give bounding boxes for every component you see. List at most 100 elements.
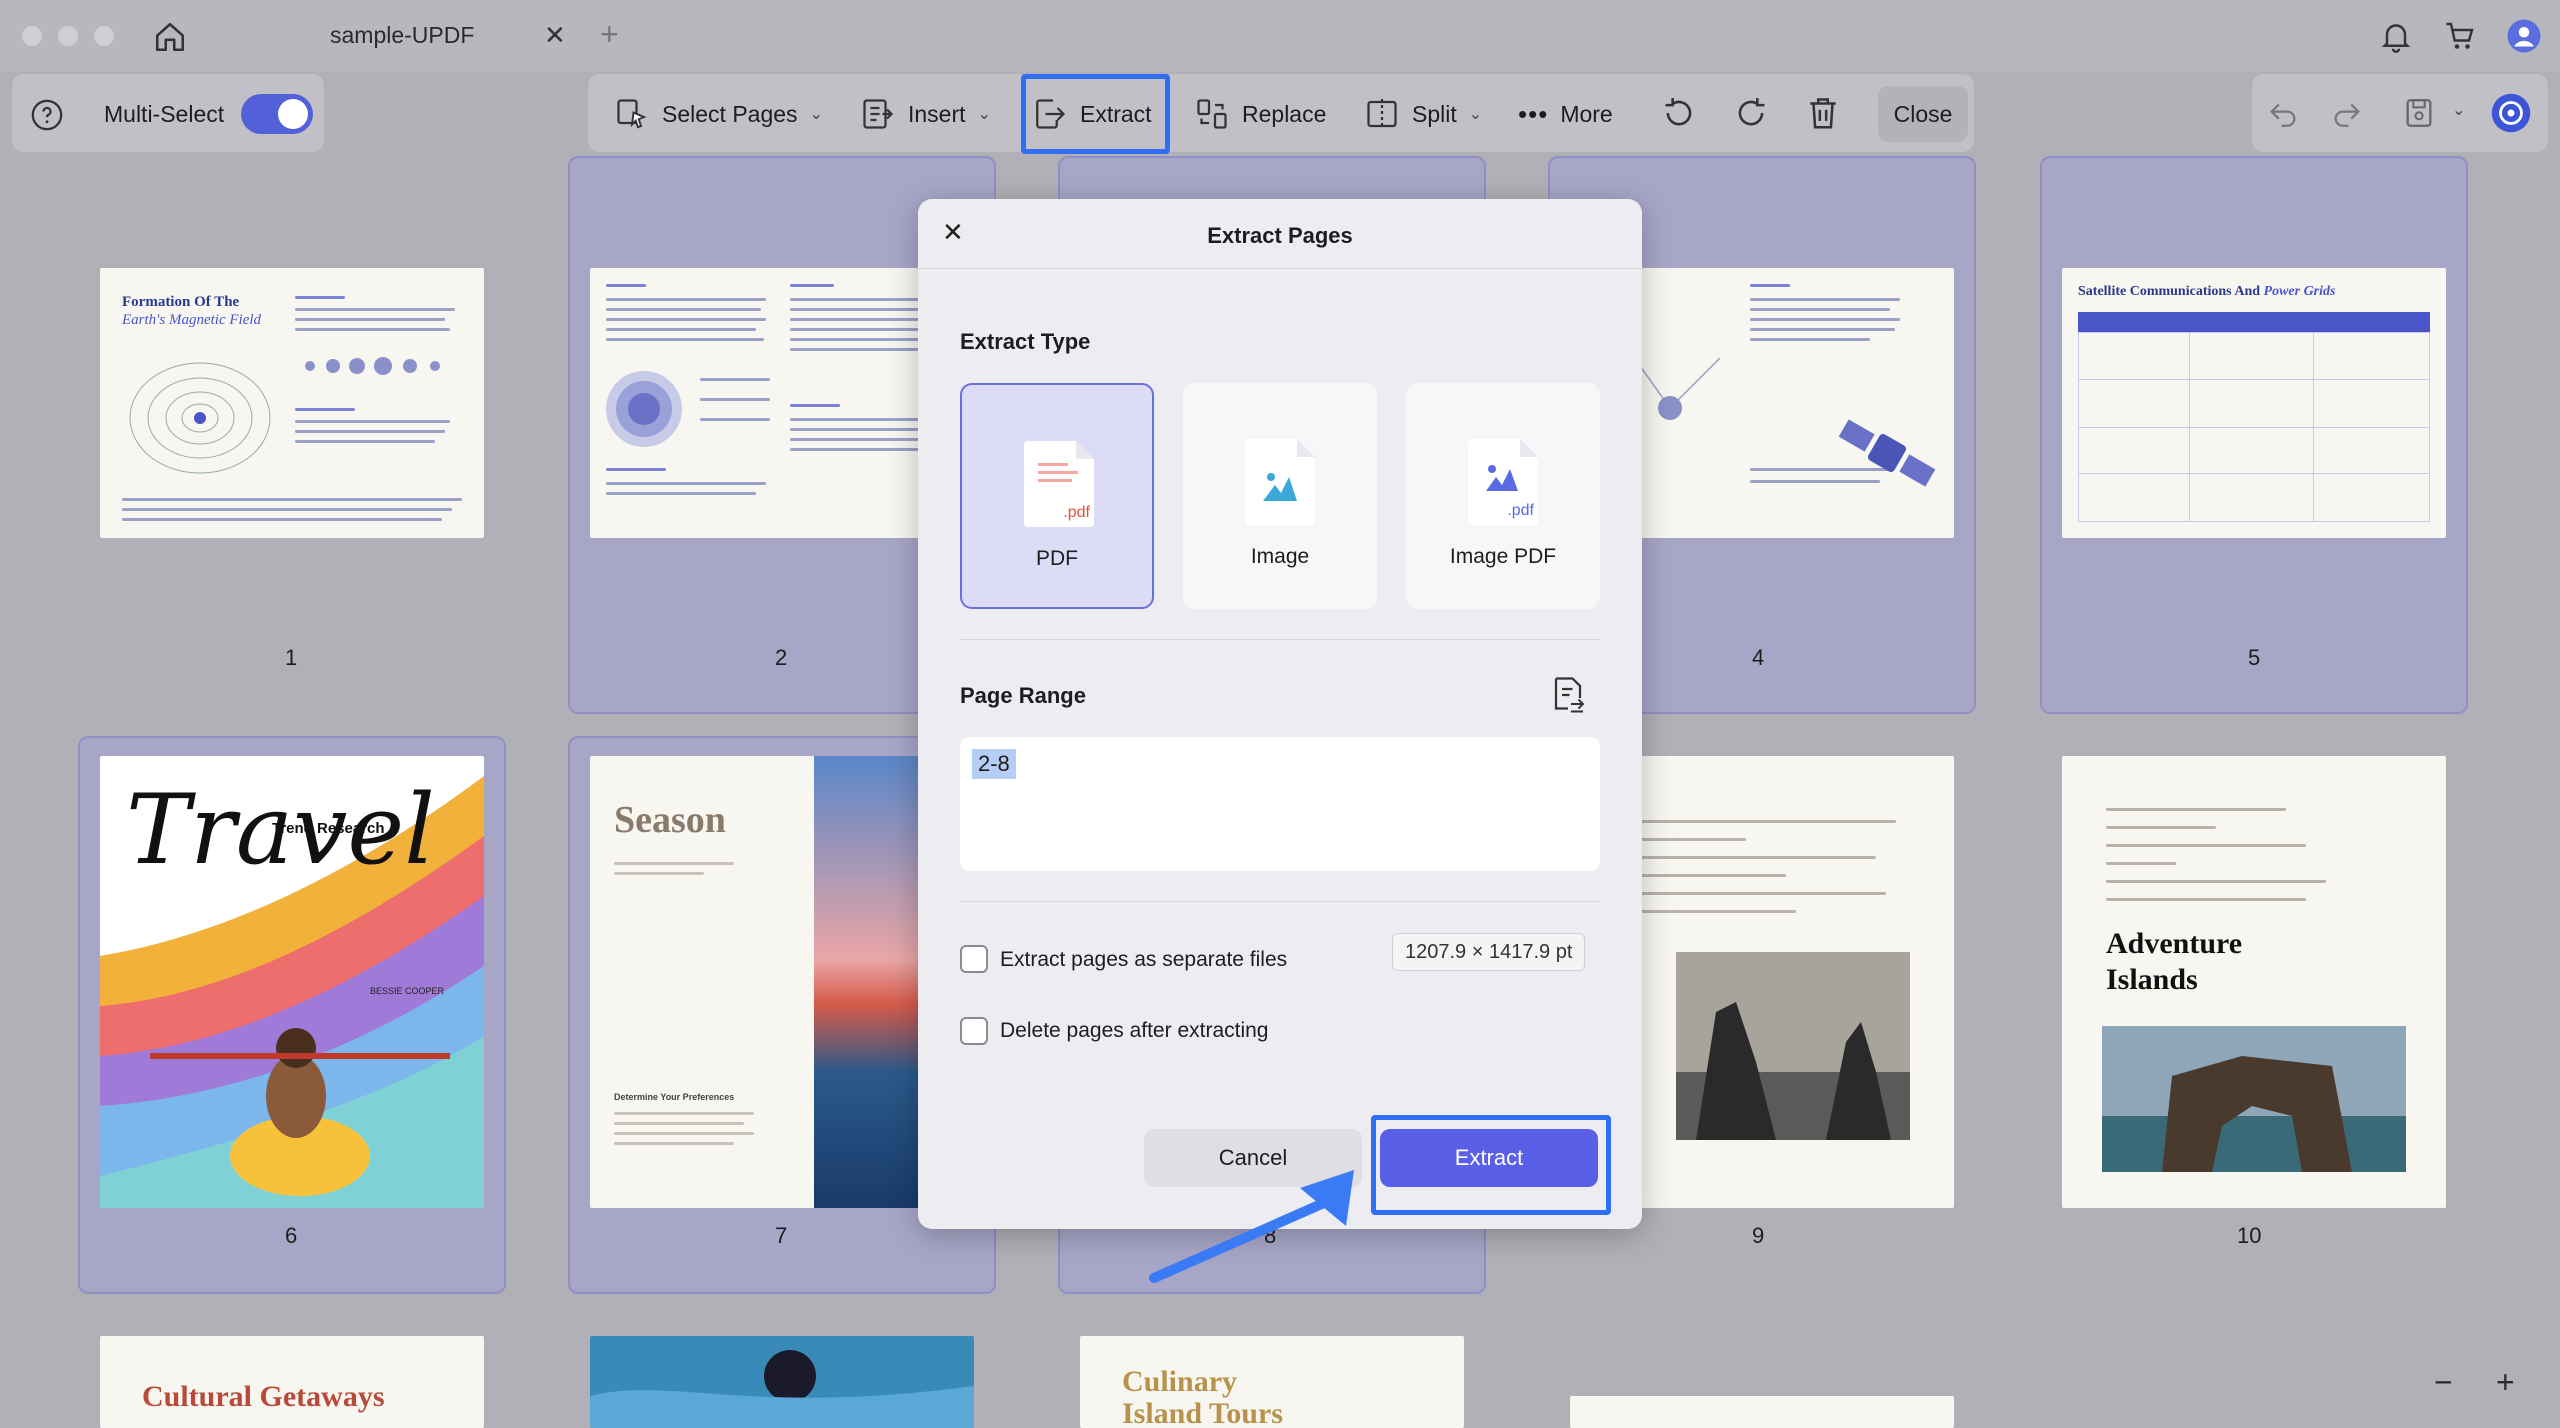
split-button[interactable]: Split ⌄ xyxy=(1356,84,1490,144)
window-zoom-dot[interactable] xyxy=(94,26,114,46)
page-thumbnail-10[interactable]: Adventure Islands xyxy=(2062,756,2446,1208)
zoom-in-button[interactable]: + xyxy=(2496,1364,2515,1401)
image-file-icon xyxy=(1245,439,1315,525)
extract-tool-highlight xyxy=(1021,74,1170,154)
separate-files-label: Extract pages as separate files xyxy=(1000,948,1288,971)
undo-icon[interactable] xyxy=(2266,96,2300,130)
page-thumbnail-14[interactable] xyxy=(1570,1396,1954,1428)
page-number-1: 1 xyxy=(285,645,298,670)
page-range-settings-icon[interactable] xyxy=(1550,675,1586,715)
page-thumbnail-2[interactable] xyxy=(590,268,974,538)
extract-type-pdf[interactable]: .pdf PDF xyxy=(960,383,1154,609)
earth-layers-graphic xyxy=(606,371,682,447)
svg-text:.pdf: .pdf xyxy=(1507,502,1534,519)
magnetic-field-diagram xyxy=(129,362,271,474)
select-pages-icon xyxy=(617,99,647,129)
page-range-input[interactable]: 2-8 xyxy=(960,737,1600,871)
page-number-9: 9 xyxy=(1752,1223,1765,1248)
delete-pages-checkbox[interactable] xyxy=(960,1017,988,1045)
split-icon xyxy=(1367,99,1397,129)
extract-type-label: Extract Type xyxy=(960,329,1091,354)
replace-button[interactable]: Replace xyxy=(1186,84,1334,144)
replace-label: Replace xyxy=(1242,100,1327,127)
window-minimize-dot[interactable] xyxy=(58,26,78,46)
chevron-down-icon: ⌄ xyxy=(977,106,991,123)
table-body xyxy=(2078,332,2430,522)
more-dots-icon: ••• xyxy=(1518,98,1549,129)
page-thumbnail-1[interactable]: Formation Of The Earth's Magnetic Field xyxy=(100,268,484,538)
help-icon[interactable] xyxy=(30,98,64,132)
page-thumbnail-5[interactable]: Satellite Communications And Power Grids xyxy=(2062,268,2446,538)
extract-type-image-pdf[interactable]: .pdf Image PDF xyxy=(1406,383,1600,609)
page-number-7: 7 xyxy=(775,1223,788,1248)
trash-icon[interactable] xyxy=(1804,94,1842,132)
page-7-title: Season xyxy=(614,799,726,841)
separate-files-checkbox[interactable] xyxy=(960,945,988,973)
chevron-down-icon[interactable]: ⌄ xyxy=(2452,100,2465,120)
title-bar: sample-UPDF ✕ + xyxy=(0,0,2560,72)
extract-button-highlight xyxy=(1371,1115,1611,1215)
extract-type-image[interactable]: Image xyxy=(1183,383,1377,609)
page-1-subtitle: Earth's Magnetic Field xyxy=(122,312,262,328)
page-thumbnail-7[interactable]: Season Determine Your Preferences xyxy=(590,756,974,1208)
page-5-title: Satellite Communications And Power Grids xyxy=(2078,284,2336,299)
insert-label: Insert xyxy=(908,100,966,127)
more-button[interactable]: ••• More xyxy=(1510,84,1621,144)
pdf-file-icon: .pdf xyxy=(1024,441,1094,527)
page-number-4: 4 xyxy=(1752,645,1765,670)
page-10-title: Adventure Islands xyxy=(2106,927,2243,996)
page-thumbnail-11[interactable]: Cultural Getaways xyxy=(100,1336,484,1428)
page-thumbnail-13[interactable]: Culinary Island Tours xyxy=(1080,1336,1464,1428)
cart-icon[interactable] xyxy=(2442,18,2478,54)
rotate-left-icon[interactable] xyxy=(1660,94,1698,132)
chevron-down-icon: ⌄ xyxy=(1468,106,1483,123)
planet-row-graphic xyxy=(305,357,440,375)
pointer-arrow-icon xyxy=(1149,1170,1354,1283)
dialog-title: Extract Pages xyxy=(1207,223,1353,248)
split-label: Split xyxy=(1412,100,1457,127)
page-thumbnail-12[interactable] xyxy=(590,1336,974,1428)
extract-type-image-label: Image xyxy=(1250,545,1310,568)
table-header-bar xyxy=(2078,312,2430,332)
extract-type-pdf-label: PDF xyxy=(1036,547,1078,570)
select-pages-button[interactable]: Select Pages ⌄ xyxy=(606,84,831,144)
delete-pages-label: Delete pages after extracting xyxy=(1000,1019,1269,1042)
page-number-5: 5 xyxy=(2248,645,2261,670)
zoom-out-button[interactable]: − xyxy=(2434,1364,2453,1401)
more-label: More xyxy=(1560,100,1613,127)
page-dimensions-badge: 1207.9 × 1417.9 pt xyxy=(1392,933,1586,971)
replace-icon xyxy=(1197,99,1227,129)
page-range-value: 2-8 xyxy=(972,749,1016,779)
satellite-graphic xyxy=(1838,419,1936,487)
extract-pages-dialog: ✕ Extract Pages Extract Type .pdf PDF Im… xyxy=(918,199,1642,1229)
ai-assistant-icon[interactable] xyxy=(2490,92,2532,134)
page-1-title: Formation Of The xyxy=(122,294,240,310)
underwater-image xyxy=(590,1336,974,1428)
svg-text:.pdf: .pdf xyxy=(1063,504,1090,521)
sea-arch-image xyxy=(2102,1026,2406,1172)
dialog-header: ✕ Extract Pages xyxy=(918,199,1642,269)
insert-button[interactable]: Insert ⌄ xyxy=(852,84,999,144)
chevron-down-icon: ⌄ xyxy=(809,106,823,123)
window-close-dot[interactable] xyxy=(22,26,42,46)
redo-icon[interactable] xyxy=(2330,96,2364,130)
divider xyxy=(960,901,1600,902)
home-icon[interactable] xyxy=(153,20,187,54)
sea-stacks-image xyxy=(1676,952,1910,1140)
new-tab-icon[interactable]: + xyxy=(600,16,619,53)
multi-select-label: Multi-Select xyxy=(104,101,225,127)
bell-icon[interactable] xyxy=(2378,18,2414,54)
save-icon[interactable] xyxy=(2402,96,2436,130)
page-thumbnail-6[interactable]: Travel Trend Research BESSIE COOPER xyxy=(100,756,484,1208)
page-range-label: Page Range xyxy=(960,683,1086,708)
user-avatar-icon[interactable] xyxy=(2506,18,2542,54)
page-7-subheading: Determine Your Preferences xyxy=(614,1092,735,1102)
tab-close-icon[interactable]: ✕ xyxy=(544,20,566,51)
page-6-subtitle: Trend Research xyxy=(272,820,385,837)
document-tab-title[interactable]: sample-UPDF xyxy=(330,22,474,49)
select-pages-label: Select Pages xyxy=(662,100,798,127)
page-number-6: 6 xyxy=(285,1223,298,1248)
rotate-right-icon[interactable] xyxy=(1732,94,1770,132)
multi-select-toggle[interactable] xyxy=(241,94,313,134)
close-organize-button[interactable]: Close xyxy=(1878,86,1968,142)
